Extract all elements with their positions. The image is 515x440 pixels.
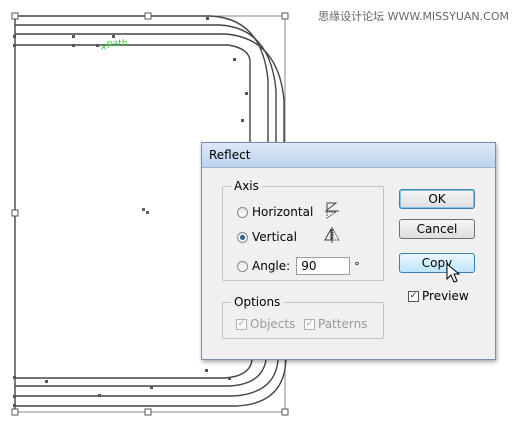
- angle-label: Angle:: [252, 259, 291, 273]
- vertical-radio[interactable]: [237, 231, 248, 243]
- path-label: path: [107, 39, 127, 49]
- angle-input[interactable]: 90: [296, 257, 351, 275]
- mouse-cursor-icon: [446, 263, 461, 283]
- dialog-title: Reflect: [202, 143, 495, 168]
- cancel-button[interactable]: Cancel: [399, 219, 475, 239]
- patterns-label: Patterns: [318, 317, 368, 331]
- preview-option[interactable]: ✓ Preview: [408, 289, 469, 303]
- ok-button[interactable]: OK: [399, 189, 475, 209]
- preview-checkbox[interactable]: ✓: [408, 290, 419, 302]
- horizontal-label: Horizontal: [252, 205, 314, 219]
- preview-label: Preview: [422, 289, 469, 303]
- patterns-option[interactable]: ✓ Patterns: [304, 317, 367, 331]
- reflect-horizontal-icon: [325, 202, 339, 219]
- angle-radio[interactable]: [237, 260, 248, 272]
- options-legend: Options: [234, 295, 281, 309]
- objects-label: Objects: [250, 317, 296, 331]
- path-smart-guide: × path: [100, 39, 127, 53]
- horizontal-option[interactable]: Horizontal: [237, 205, 313, 219]
- angle-option[interactable]: Angle: 90 °: [237, 257, 360, 275]
- copy-button[interactable]: Copy: [399, 253, 475, 273]
- vertical-label: Vertical: [252, 230, 297, 244]
- degree-symbol: °: [354, 259, 360, 273]
- objects-checkbox[interactable]: ✓: [236, 318, 247, 330]
- patterns-checkbox[interactable]: ✓: [304, 318, 315, 330]
- reflect-dialog: Reflect Axis Horizontal Vertical Angle: …: [201, 142, 496, 360]
- axis-legend: Axis: [234, 179, 259, 193]
- vertical-option[interactable]: Vertical: [237, 230, 297, 244]
- horizontal-radio[interactable]: [237, 206, 248, 218]
- objects-option[interactable]: ✓ Objects: [236, 317, 295, 331]
- reflect-vertical-icon: [324, 227, 340, 243]
- center-point: [142, 208, 149, 214]
